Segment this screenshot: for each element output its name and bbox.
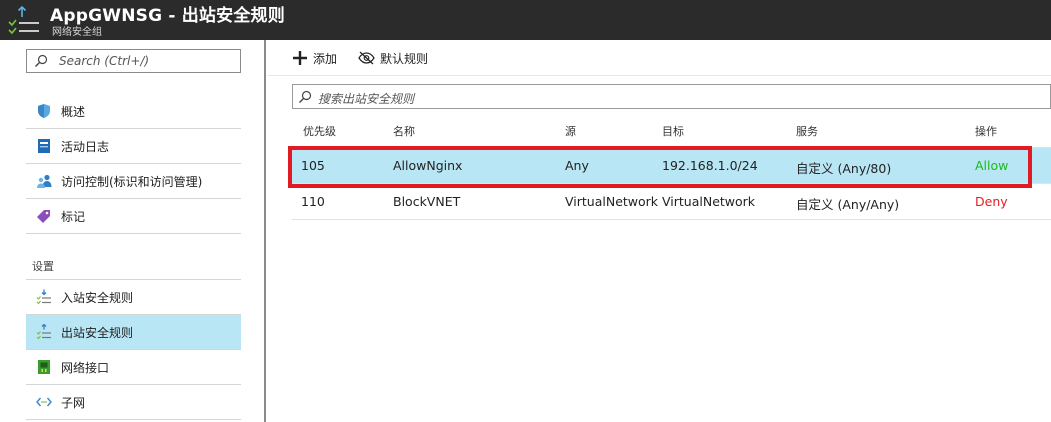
menu-item-tags[interactable]: 标记 bbox=[26, 199, 241, 234]
cell-action: Deny bbox=[975, 194, 1008, 209]
column-header-action[interactable]: 操作 bbox=[975, 123, 997, 139]
default-rules-button-label: 默认规则 bbox=[380, 51, 429, 66]
tag-icon bbox=[37, 210, 50, 223]
shield-icon bbox=[38, 104, 50, 118]
hidden-eye-icon bbox=[358, 51, 375, 65]
rules-search-input[interactable]: 搜索出站安全规则 bbox=[292, 84, 1051, 109]
cell-service: 自定义 (Any/80) bbox=[796, 161, 892, 176]
default-rules-button[interactable]: 默认规则 bbox=[358, 49, 428, 67]
menu-item-label: 出站安全规则 bbox=[61, 325, 134, 340]
activity-log-icon bbox=[38, 139, 50, 153]
menu-item-outbound-rules[interactable]: 出站安全规则 bbox=[26, 315, 241, 350]
column-header-source[interactable]: 源 bbox=[565, 123, 576, 139]
search-icon bbox=[35, 54, 48, 67]
cell-priority: 105 bbox=[301, 158, 325, 173]
menu-general-list: 概述 活动日志 访问控制(标识和访问管理) 标记 bbox=[26, 94, 241, 234]
page-subtitle: 网络安全组 bbox=[52, 27, 102, 38]
menu-item-label: 访问控制(标识和访问管理) bbox=[61, 174, 203, 189]
command-bar: 添加 默认规则 bbox=[268, 40, 1051, 76]
subnet-icon bbox=[36, 397, 52, 407]
network-interface-icon bbox=[38, 360, 50, 374]
resource-menu: Search (Ctrl+/) 概述 活动日志 访问控制(标识和访问管理) 标记… bbox=[0, 40, 266, 422]
security-rules-table: 优先级 名称 源 目标 服务 操作 105 AllowNginx Any 192… bbox=[292, 116, 1051, 220]
menu-item-label: 概述 bbox=[61, 104, 86, 119]
settings-section-label: 设置 bbox=[32, 260, 54, 273]
menu-item-inbound-rules[interactable]: 入站安全规则 bbox=[26, 280, 241, 315]
menu-item-overview[interactable]: 概述 bbox=[26, 94, 241, 129]
menu-item-activity-log[interactable]: 活动日志 bbox=[26, 129, 241, 164]
menu-item-label: 入站安全规则 bbox=[61, 290, 134, 305]
menu-item-label: 网络接口 bbox=[61, 360, 110, 375]
menu-search-input[interactable]: Search (Ctrl+/) bbox=[26, 49, 241, 73]
table-row[interactable]: 110 BlockVNET VirtualNetwork VirtualNetw… bbox=[292, 184, 1051, 220]
inbound-rules-icon bbox=[36, 289, 51, 305]
cell-source: VirtualNetwork bbox=[565, 194, 659, 209]
menu-item-label: 标记 bbox=[61, 209, 86, 224]
menu-item-label: 子网 bbox=[61, 395, 86, 410]
column-header-priority[interactable]: 优先级 bbox=[303, 123, 336, 139]
outbound-rules-icon bbox=[36, 324, 51, 340]
search-icon bbox=[299, 90, 312, 103]
column-header-name[interactable]: 名称 bbox=[393, 123, 415, 139]
cell-service: 自定义 (Any/Any) bbox=[796, 197, 900, 212]
menu-item-label: 活动日志 bbox=[61, 139, 110, 154]
cell-priority: 110 bbox=[301, 194, 325, 209]
cell-action: Allow bbox=[975, 158, 1009, 173]
table-header: 优先级 名称 源 目标 服务 操作 bbox=[292, 116, 1051, 148]
column-header-service[interactable]: 服务 bbox=[796, 123, 818, 139]
cell-name: AllowNginx bbox=[393, 158, 463, 173]
cell-source: Any bbox=[565, 158, 589, 173]
title-bar: AppGWNSG - 出站安全规则 网络安全组 bbox=[0, 0, 1051, 40]
table-row[interactable]: 105 AllowNginx Any 192.168.1.0/24 自定义 (A… bbox=[292, 148, 1051, 184]
plus-icon bbox=[293, 51, 307, 65]
cell-name: BlockVNET bbox=[393, 194, 461, 209]
column-header-destination[interactable]: 目标 bbox=[662, 123, 684, 139]
menu-item-subnets[interactable]: 子网 bbox=[26, 385, 241, 420]
outbound-rules-icon bbox=[8, 5, 39, 35]
add-button-label: 添加 bbox=[313, 51, 338, 66]
cell-destination: VirtualNetwork bbox=[662, 194, 756, 209]
menu-item-network-interfaces[interactable]: 网络接口 bbox=[26, 350, 241, 385]
menu-item-access-control[interactable]: 访问控制(标识和访问管理) bbox=[26, 164, 241, 199]
menu-search-placeholder: Search (Ctrl+/) bbox=[59, 54, 150, 68]
rules-search-placeholder: 搜索出站安全规则 bbox=[318, 92, 415, 106]
users-icon bbox=[37, 174, 52, 188]
menu-settings-list: 入站安全规则 出站安全规则 网络接口 子网 bbox=[26, 280, 241, 420]
cell-destination: 192.168.1.0/24 bbox=[662, 158, 758, 173]
add-button[interactable]: 添加 bbox=[292, 49, 337, 67]
